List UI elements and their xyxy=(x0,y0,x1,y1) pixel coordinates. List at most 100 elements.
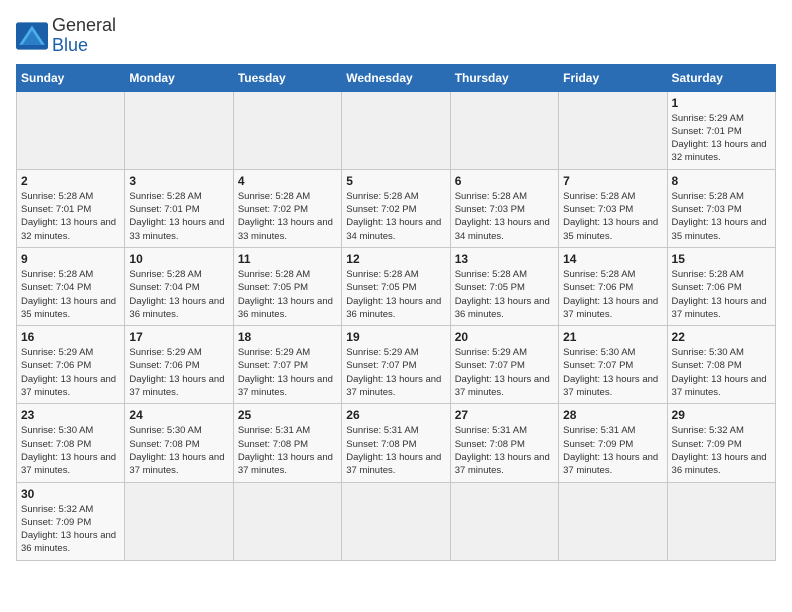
calendar-cell: 3 Sunrise: 5:28 AM Sunset: 7:01 PM Daylig… xyxy=(125,169,233,247)
day-info: Sunrise: 5:28 AM Sunset: 7:01 PM Dayligh… xyxy=(129,190,228,243)
day-info: Sunrise: 5:28 AM Sunset: 7:05 PM Dayligh… xyxy=(238,268,337,321)
day-number: 4 xyxy=(238,174,337,188)
day-info: Sunrise: 5:28 AM Sunset: 7:05 PM Dayligh… xyxy=(455,268,554,321)
day-number: 26 xyxy=(346,408,445,422)
calendar-cell xyxy=(233,91,341,169)
calendar-cell xyxy=(125,91,233,169)
day-number: 24 xyxy=(129,408,228,422)
day-info: Sunrise: 5:31 AM Sunset: 7:08 PM Dayligh… xyxy=(455,424,554,477)
calendar-cell: 13 Sunrise: 5:28 AM Sunset: 7:05 PM Dayli… xyxy=(450,247,558,325)
day-info: Sunrise: 5:31 AM Sunset: 7:08 PM Dayligh… xyxy=(346,424,445,477)
page-header: GeneralBlue xyxy=(16,16,776,56)
day-number: 12 xyxy=(346,252,445,266)
day-info: Sunrise: 5:28 AM Sunset: 7:04 PM Dayligh… xyxy=(21,268,120,321)
day-number: 19 xyxy=(346,330,445,344)
day-number: 25 xyxy=(238,408,337,422)
calendar-cell: 22Sunrise: 5:30 AM Sunset: 7:08 PM Dayli… xyxy=(667,326,775,404)
calendar-cell xyxy=(125,482,233,560)
day-info: Sunrise: 5:29 AM Sunset: 7:07 PM Dayligh… xyxy=(346,346,445,399)
day-number: 22 xyxy=(672,330,771,344)
calendar-cell: 27 Sunrise: 5:31 AM Sunset: 7:08 PM Dayli… xyxy=(450,404,558,482)
day-number: 21 xyxy=(563,330,662,344)
calendar-cell: 1Sunrise: 5:29 AM Sunset: 7:01 PM Daylig… xyxy=(667,91,775,169)
calendar-table: SundayMondayTuesdayWednesdayThursdayFrid… xyxy=(16,64,776,561)
calendar-cell xyxy=(17,91,125,169)
day-info: Sunrise: 5:28 AM Sunset: 7:02 PM Dayligh… xyxy=(346,190,445,243)
day-number: 2 xyxy=(21,174,120,188)
calendar-row-3: 9 Sunrise: 5:28 AM Sunset: 7:04 PM Daylig… xyxy=(17,247,776,325)
calendar-cell: 11 Sunrise: 5:28 AM Sunset: 7:05 PM Dayli… xyxy=(233,247,341,325)
day-number: 13 xyxy=(455,252,554,266)
calendar-cell: 12 Sunrise: 5:28 AM Sunset: 7:05 PM Dayli… xyxy=(342,247,450,325)
day-info: Sunrise: 5:29 AM Sunset: 7:01 PM Dayligh… xyxy=(672,112,771,165)
calendar-cell xyxy=(559,91,667,169)
day-info: Sunrise: 5:30 AM Sunset: 7:07 PM Dayligh… xyxy=(563,346,662,399)
calendar-cell: 10 Sunrise: 5:28 AM Sunset: 7:04 PM Dayli… xyxy=(125,247,233,325)
day-info: Sunrise: 5:28 AM Sunset: 7:03 PM Dayligh… xyxy=(563,190,662,243)
calendar-cell: 7 Sunrise: 5:28 AM Sunset: 7:03 PM Daylig… xyxy=(559,169,667,247)
day-number: 14 xyxy=(563,252,662,266)
logo: GeneralBlue xyxy=(16,16,116,56)
logo-text: GeneralBlue xyxy=(52,16,116,56)
calendar-cell: 16Sunrise: 5:29 AM Sunset: 7:06 PM Dayli… xyxy=(17,326,125,404)
calendar-cell: 17Sunrise: 5:29 AM Sunset: 7:06 PM Dayli… xyxy=(125,326,233,404)
day-number: 9 xyxy=(21,252,120,266)
calendar-row-5: 23 Sunrise: 5:30 AM Sunset: 7:08 PM Dayli… xyxy=(17,404,776,482)
day-number: 16 xyxy=(21,330,120,344)
day-number: 30 xyxy=(21,487,120,501)
calendar-row-2: 2 Sunrise: 5:28 AM Sunset: 7:01 PM Daylig… xyxy=(17,169,776,247)
day-number: 5 xyxy=(346,174,445,188)
weekday-header-wednesday: Wednesday xyxy=(342,64,450,91)
day-number: 27 xyxy=(455,408,554,422)
calendar-cell: 24Sunrise: 5:30 AM Sunset: 7:08 PM Dayli… xyxy=(125,404,233,482)
calendar-cell: 21 Sunrise: 5:30 AM Sunset: 7:07 PM Dayli… xyxy=(559,326,667,404)
calendar-cell: 9 Sunrise: 5:28 AM Sunset: 7:04 PM Daylig… xyxy=(17,247,125,325)
day-number: 18 xyxy=(238,330,337,344)
day-number: 10 xyxy=(129,252,228,266)
logo-icon xyxy=(16,22,48,50)
day-info: Sunrise: 5:29 AM Sunset: 7:06 PM Dayligh… xyxy=(129,346,228,399)
calendar-cell: 8Sunrise: 5:28 AM Sunset: 7:03 PM Daylig… xyxy=(667,169,775,247)
day-info: Sunrise: 5:28 AM Sunset: 7:03 PM Dayligh… xyxy=(455,190,554,243)
day-info: Sunrise: 5:28 AM Sunset: 7:06 PM Dayligh… xyxy=(672,268,771,321)
day-info: Sunrise: 5:32 AM Sunset: 7:09 PM Dayligh… xyxy=(672,424,771,477)
calendar-row-4: 16 Sunrise: 5:29 AM Sunset: 7:06 PM Dayli… xyxy=(17,326,776,404)
day-info: Sunrise: 5:28 AM Sunset: 7:06 PM Dayligh… xyxy=(563,268,662,321)
calendar-cell: 18Sunrise: 5:29 AM Sunset: 7:07 PM Dayli… xyxy=(233,326,341,404)
weekday-header-friday: Friday xyxy=(559,64,667,91)
calendar-cell: 20Sunrise: 5:29 AM Sunset: 7:07 PM Dayli… xyxy=(450,326,558,404)
day-number: 3 xyxy=(129,174,228,188)
day-number: 23 xyxy=(21,408,120,422)
calendar-cell: 15 Sunrise: 5:28 AM Sunset: 7:06 PM Dayli… xyxy=(667,247,775,325)
weekday-header-saturday: Saturday xyxy=(667,64,775,91)
day-number: 7 xyxy=(563,174,662,188)
calendar-cell: 23 Sunrise: 5:30 AM Sunset: 7:08 PM Dayli… xyxy=(17,404,125,482)
calendar-cell: 2 Sunrise: 5:28 AM Sunset: 7:01 PM Daylig… xyxy=(17,169,125,247)
calendar-cell xyxy=(342,91,450,169)
day-info: Sunrise: 5:28 AM Sunset: 7:05 PM Dayligh… xyxy=(346,268,445,321)
calendar-cell: 30 Sunrise: 5:32 AM Sunset: 7:09 PM Dayli… xyxy=(17,482,125,560)
calendar-row-6: 30 Sunrise: 5:32 AM Sunset: 7:09 PM Dayli… xyxy=(17,482,776,560)
day-info: Sunrise: 5:32 AM Sunset: 7:09 PM Dayligh… xyxy=(21,503,120,556)
calendar-cell: 6Sunrise: 5:28 AM Sunset: 7:03 PM Daylig… xyxy=(450,169,558,247)
calendar-cell: 4Sunrise: 5:28 AM Sunset: 7:02 PM Daylig… xyxy=(233,169,341,247)
day-number: 20 xyxy=(455,330,554,344)
calendar-cell xyxy=(450,482,558,560)
day-number: 8 xyxy=(672,174,771,188)
calendar-cell: 5 Sunrise: 5:28 AM Sunset: 7:02 PM Daylig… xyxy=(342,169,450,247)
calendar-cell: 28Sunrise: 5:31 AM Sunset: 7:09 PM Dayli… xyxy=(559,404,667,482)
day-number: 15 xyxy=(672,252,771,266)
calendar-cell: 29Sunrise: 5:32 AM Sunset: 7:09 PM Dayli… xyxy=(667,404,775,482)
calendar-cell xyxy=(342,482,450,560)
calendar-cell: 14 Sunrise: 5:28 AM Sunset: 7:06 PM Dayli… xyxy=(559,247,667,325)
day-info: Sunrise: 5:30 AM Sunset: 7:08 PM Dayligh… xyxy=(21,424,120,477)
weekday-header-monday: Monday xyxy=(125,64,233,91)
weekday-header-tuesday: Tuesday xyxy=(233,64,341,91)
day-number: 11 xyxy=(238,252,337,266)
day-info: Sunrise: 5:28 AM Sunset: 7:04 PM Dayligh… xyxy=(129,268,228,321)
calendar-cell xyxy=(233,482,341,560)
weekday-header-row: SundayMondayTuesdayWednesdayThursdayFrid… xyxy=(17,64,776,91)
calendar-row-1: 1Sunrise: 5:29 AM Sunset: 7:01 PM Daylig… xyxy=(17,91,776,169)
calendar-cell: 26 Sunrise: 5:31 AM Sunset: 7:08 PM Dayli… xyxy=(342,404,450,482)
day-info: Sunrise: 5:28 AM Sunset: 7:01 PM Dayligh… xyxy=(21,190,120,243)
